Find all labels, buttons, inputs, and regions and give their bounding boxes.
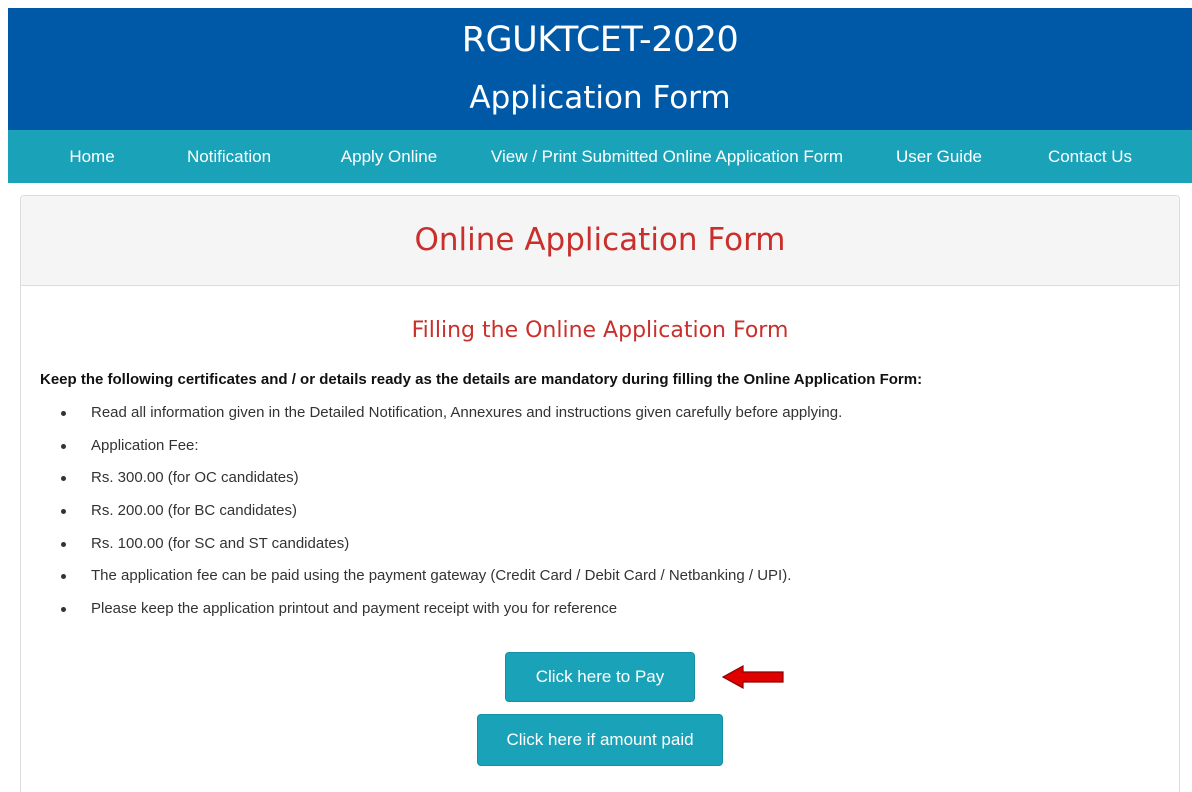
list-item: Please keep the application printout and… <box>60 597 842 630</box>
list-item: Rs. 100.00 (for SC and ST candidates) <box>60 532 842 565</box>
main-nav: Home Notification Apply Online View / Pr… <box>8 130 1192 183</box>
nav-apply-online[interactable]: Apply Online <box>341 130 437 183</box>
nav-view-print-application[interactable]: View / Print Submitted Online Applicatio… <box>491 130 843 183</box>
amount-paid-button[interactable]: Click here if amount paid already <box>477 714 723 792</box>
instructions-list: Read all information given in the Detail… <box>60 401 842 630</box>
arrow-left-icon <box>721 664 784 690</box>
panel-title: Online Application Form <box>414 222 786 258</box>
nav-notification[interactable]: Notification <box>187 130 271 183</box>
application-panel: Online Application Form Filling the Onli… <box>20 195 1180 792</box>
nav-home[interactable]: Home <box>69 130 114 183</box>
site-header: RGUKTCET-2020 Application Form <box>8 8 1192 130</box>
panel-heading: Online Application Form <box>21 196 1179 286</box>
list-item: The application fee can be paid using th… <box>60 564 842 597</box>
nav-user-guide[interactable]: User Guide <box>896 130 982 183</box>
pay-amount-button[interactable]: Click here to Pay Amount <box>505 652 695 734</box>
intro-text: Keep the following certificates and / or… <box>40 371 923 388</box>
list-item: Rs. 200.00 (for BC candidates) <box>60 499 842 532</box>
list-item: Application Fee: <box>60 434 842 467</box>
section-title: Filling the Online Application Form <box>411 318 789 343</box>
site-title: RGUKTCET-2020 <box>461 20 739 60</box>
nav-contact-us[interactable]: Contact Us <box>1048 130 1132 183</box>
list-item: Rs. 300.00 (for OC candidates) <box>60 466 842 499</box>
site-subtitle: Application Form <box>469 80 731 116</box>
list-item: Read all information given in the Detail… <box>60 401 842 434</box>
